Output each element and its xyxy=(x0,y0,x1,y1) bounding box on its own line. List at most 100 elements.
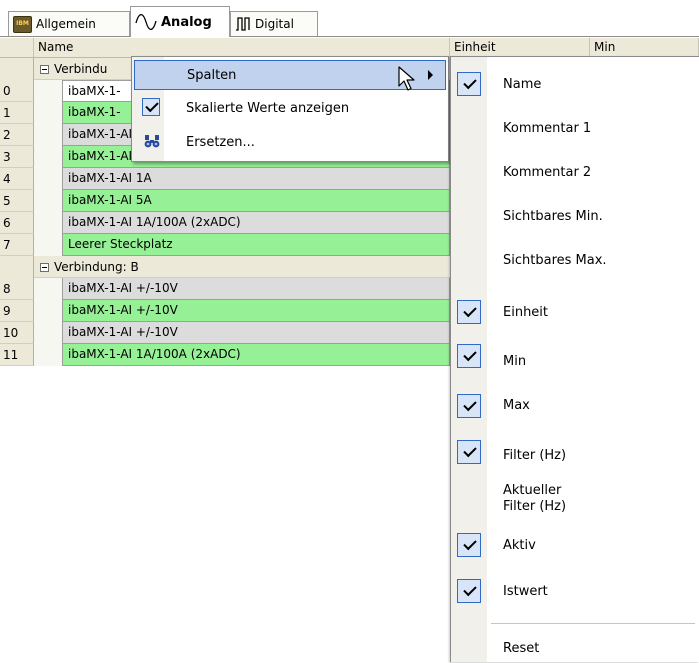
channel-name-cell[interactable]: ibaMX-1-AI +/-10V xyxy=(62,300,450,322)
submenu-item-sichtbares-min[interactable]: Sichtbares Min. xyxy=(451,195,699,239)
submenu-item-min[interactable]: Min xyxy=(451,337,699,381)
row-indent xyxy=(34,80,62,102)
tab-digital[interactable]: Digital xyxy=(230,11,318,36)
submenu-item-label: Reset xyxy=(503,641,540,656)
channel-name-cell[interactable]: ibaMX-1-AI 1A/100A (2xADC) xyxy=(62,212,450,234)
table-row[interactable]: 5 ibaMX-1-AI 5A xyxy=(0,190,450,213)
row-indent xyxy=(34,168,62,190)
submenu-item-label: Sichtbares Min. xyxy=(503,209,603,224)
row-number: 4 xyxy=(0,168,34,190)
table-row[interactable]: 6 ibaMX-1-AI 1A/100A (2xADC) xyxy=(0,212,450,235)
pulse-icon xyxy=(236,17,250,31)
channel-name-cell[interactable]: ibaMX-1-AI 1A xyxy=(62,168,450,190)
row-number: 11 xyxy=(0,344,34,366)
row-indent xyxy=(34,344,62,366)
submenu-item-name[interactable]: Name xyxy=(451,63,699,107)
collapse-icon[interactable] xyxy=(40,64,49,74)
channel-name-cell[interactable]: ibaMX-1-AI +/-10V xyxy=(62,278,450,300)
header-min[interactable]: Min xyxy=(590,38,699,57)
checkmark-icon xyxy=(457,440,481,464)
row-indent xyxy=(34,234,62,256)
tab-bar: Allgemein Analog Digital xyxy=(0,0,699,37)
submenu-item-label: Einheit xyxy=(503,305,549,320)
submenu-item-label: Istwert xyxy=(503,584,548,599)
channel-name-cell[interactable]: ibaMX-1-AI +/-10V xyxy=(62,322,450,344)
row-number: 1 xyxy=(0,102,34,124)
checkmark-icon xyxy=(457,300,481,324)
submenu-item-aktueller-filter[interactable]: Aktueller Filter (Hz) xyxy=(451,479,699,523)
row-number: 5 xyxy=(0,190,34,212)
tab-allgemein[interactable]: Allgemein xyxy=(8,11,130,36)
menu-item-ersetzen[interactable]: Ersetzen... xyxy=(134,127,446,157)
checkmark-icon xyxy=(457,533,481,557)
grid-header: Name Einheit Min xyxy=(0,38,699,58)
row-indent xyxy=(34,124,62,146)
row-number: 2 xyxy=(0,124,34,146)
row-number: 7 xyxy=(0,234,34,256)
tab-bar-line xyxy=(0,36,699,37)
submenu-item-kommentar-2[interactable]: Kommentar 2 xyxy=(451,151,699,195)
submenu-item-label: Filter (Hz) xyxy=(503,448,567,463)
tab-analog[interactable]: Analog xyxy=(130,6,230,37)
row-indent xyxy=(34,102,62,124)
group-label-text: Verbindu xyxy=(54,62,108,76)
tab-label: Analog xyxy=(161,14,212,30)
mouse-cursor-icon xyxy=(398,66,415,91)
row-number: 8 xyxy=(0,278,34,300)
header-name[interactable]: Name xyxy=(34,38,450,57)
row-indent xyxy=(34,322,62,344)
header-corner xyxy=(0,38,34,57)
menu-item-label: Spalten xyxy=(187,67,237,83)
submenu-item-einheit[interactable]: Einheit xyxy=(451,291,699,335)
collapse-icon[interactable] xyxy=(40,262,49,272)
submenu-item-sichtbares-max[interactable]: Sichtbares Max. xyxy=(451,239,699,283)
table-row[interactable]: 8 ibaMX-1-AI +/-10V xyxy=(0,278,450,301)
tab-label: Digital xyxy=(255,17,294,31)
submenu-item-label: Aktueller xyxy=(503,483,562,498)
channel-name-cell[interactable]: ibaMX-1-AI 5A xyxy=(62,190,450,212)
checkmark-icon xyxy=(457,394,481,418)
row-number: 6 xyxy=(0,212,34,234)
submenu-item-label: Name xyxy=(503,77,542,92)
submenu-item-istwert[interactable]: Istwert xyxy=(451,571,699,615)
submenu-item-label: Kommentar 1 xyxy=(503,121,592,136)
group-label: Verbindung: B xyxy=(40,256,139,278)
checkmark-icon xyxy=(457,579,481,603)
row-indent xyxy=(34,146,62,168)
row-number: 10 xyxy=(0,322,34,344)
submenu-item-kommentar-1[interactable]: Kommentar 1 xyxy=(451,107,699,151)
submenu-item-aktiv[interactable]: Aktiv xyxy=(451,525,699,569)
table-row[interactable]: 9 ibaMX-1-AI +/-10V xyxy=(0,300,450,323)
ibm-icon xyxy=(13,15,32,33)
row-indent xyxy=(34,190,62,212)
submenu-item-filter-hz[interactable]: Filter (Hz) xyxy=(451,433,699,477)
submenu-item-label: Sichtbares Max. xyxy=(503,253,607,268)
submenu-item-label: Aktiv xyxy=(503,538,536,553)
row-number xyxy=(0,58,34,80)
row-indent xyxy=(34,300,62,322)
submenu-separator xyxy=(491,623,695,624)
channel-name-cell[interactable]: Leerer Steckplatz xyxy=(62,234,450,256)
menu-item-skalierte-werte[interactable]: Skalierte Werte anzeigen xyxy=(134,93,446,123)
submenu-item-max[interactable]: Max xyxy=(451,387,699,431)
table-row[interactable]: 7 Leerer Steckplatz xyxy=(0,234,450,257)
header-einheit[interactable]: Einheit xyxy=(450,38,590,57)
submenu-arrow-icon xyxy=(428,70,433,80)
group-row-b[interactable]: Verbindung: B xyxy=(0,256,450,278)
checkmark-icon xyxy=(142,98,160,116)
row-indent xyxy=(34,212,62,234)
columns-submenu: Name Kommentar 1 Kommentar 2 Sichtbares … xyxy=(450,56,699,662)
binoculars-icon xyxy=(144,135,160,148)
row-number: 9 xyxy=(0,300,34,322)
submenu-item-label-line2: Filter (Hz) xyxy=(503,499,567,514)
table-row[interactable]: 10 ibaMX-1-AI +/-10V xyxy=(0,322,450,345)
row-number: 0 xyxy=(0,80,34,102)
checkmark-icon xyxy=(457,72,481,96)
table-row[interactable]: 4 ibaMX-1-AI 1A xyxy=(0,168,450,191)
group-label-text: Verbindung: B xyxy=(54,260,139,274)
channel-name-cell[interactable]: ibaMX-1-AI 1A/100A (2xADC) xyxy=(62,344,450,366)
table-row[interactable]: 11 ibaMX-1-AI 1A/100A (2xADC) xyxy=(0,344,450,367)
submenu-item-reset[interactable]: Reset xyxy=(451,631,699,663)
submenu-item-label: Max xyxy=(503,398,530,413)
row-number: 3 xyxy=(0,146,34,168)
